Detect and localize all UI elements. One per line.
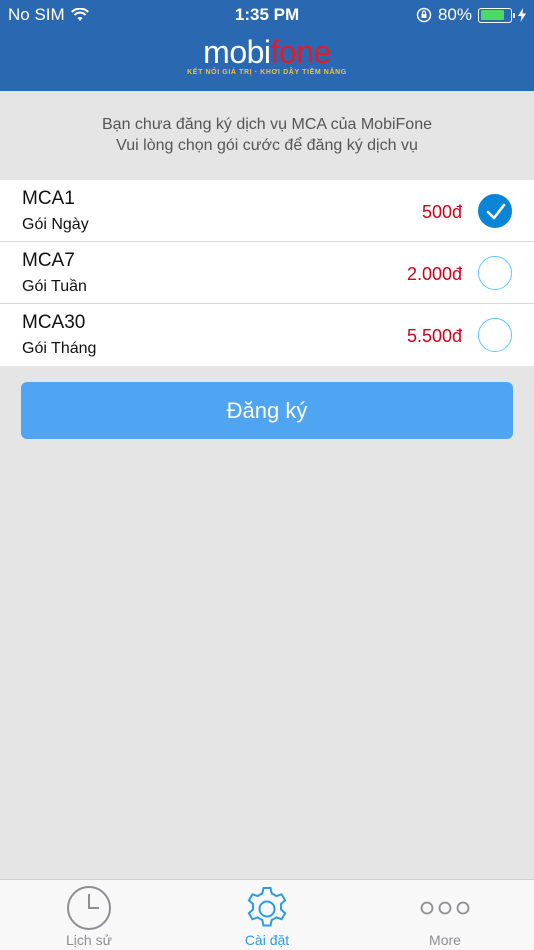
- plan-name: MCA1: [22, 188, 75, 209]
- plan-price: 5.500đ: [406, 326, 462, 346]
- plan-description: Gói Ngày: [22, 216, 89, 233]
- plan-row-mca30[interactable]: MCA30 Gói Tháng 5.500đ: [0, 304, 534, 366]
- battery-icon: [478, 7, 515, 23]
- tab-more[interactable]: More: [356, 880, 534, 950]
- tab-settings[interactable]: Cài đặt: [178, 880, 356, 950]
- plan-radio[interactable]: [478, 318, 512, 352]
- tab-label: More: [429, 932, 461, 948]
- logo-fone: fone: [270, 34, 332, 70]
- plan-name: MCA7: [22, 250, 75, 271]
- intro-message: Bạn chưa đăng ký dịch vụ MCA của MobiFon…: [0, 114, 534, 156]
- mobifone-logo: mobifone KẾT NỐI GIÁ TRỊ · KHƠI DẬY TIỀM…: [0, 36, 534, 76]
- plan-description: Gói Tháng: [22, 340, 97, 357]
- status-bar: No SIM 1:35 PM 80%: [0, 0, 534, 30]
- plan-price: 500đ: [421, 202, 462, 222]
- tab-bar: Lịch sử Cài đặt More: [0, 879, 534, 950]
- plan-radio[interactable]: [478, 256, 512, 290]
- charging-icon: [518, 8, 526, 22]
- checkmark-icon: [486, 203, 506, 220]
- plan-row-mca7[interactable]: MCA7 Gói Tuần 2.000đ: [0, 242, 534, 304]
- logo-mobi: mobi: [203, 34, 271, 70]
- clock-icon: [67, 886, 111, 930]
- app-header: No SIM 1:35 PM 80% mobifone KẾT NỐI GIÁ …: [0, 0, 534, 91]
- gear-icon: [247, 887, 287, 927]
- battery-level: [480, 10, 504, 20]
- plan-description: Gói Tuần: [22, 278, 87, 295]
- plan-price: 2.000đ: [406, 264, 462, 284]
- more-icon: [420, 901, 470, 915]
- plan-radio[interactable]: [478, 194, 512, 228]
- rotation-lock-icon: [416, 7, 432, 23]
- battery-percent: 80%: [437, 5, 472, 24]
- intro-line-1: Bạn chưa đăng ký dịch vụ MCA của MobiFon…: [102, 116, 432, 133]
- register-button[interactable]: Đăng ký: [21, 382, 513, 439]
- intro-line-2: Vui lòng chọn gói cước để đăng ký dịch v…: [116, 137, 418, 154]
- plan-list: MCA1 Gói Ngày 500đ MCA7 Gói Tuần 2.000đ …: [0, 180, 534, 366]
- tab-label: Cài đặt: [244, 932, 290, 948]
- plan-name: MCA30: [22, 312, 86, 333]
- logo-tagline: KẾT NỐI GIÁ TRỊ · KHƠI DẬY TIỀM NĂNG: [187, 69, 347, 76]
- status-right: 80%: [416, 5, 526, 25]
- plan-row-mca1[interactable]: MCA1 Gói Ngày 500đ: [0, 180, 534, 242]
- tab-label: Lịch sử: [66, 932, 112, 948]
- tab-history[interactable]: Lịch sử: [0, 880, 178, 950]
